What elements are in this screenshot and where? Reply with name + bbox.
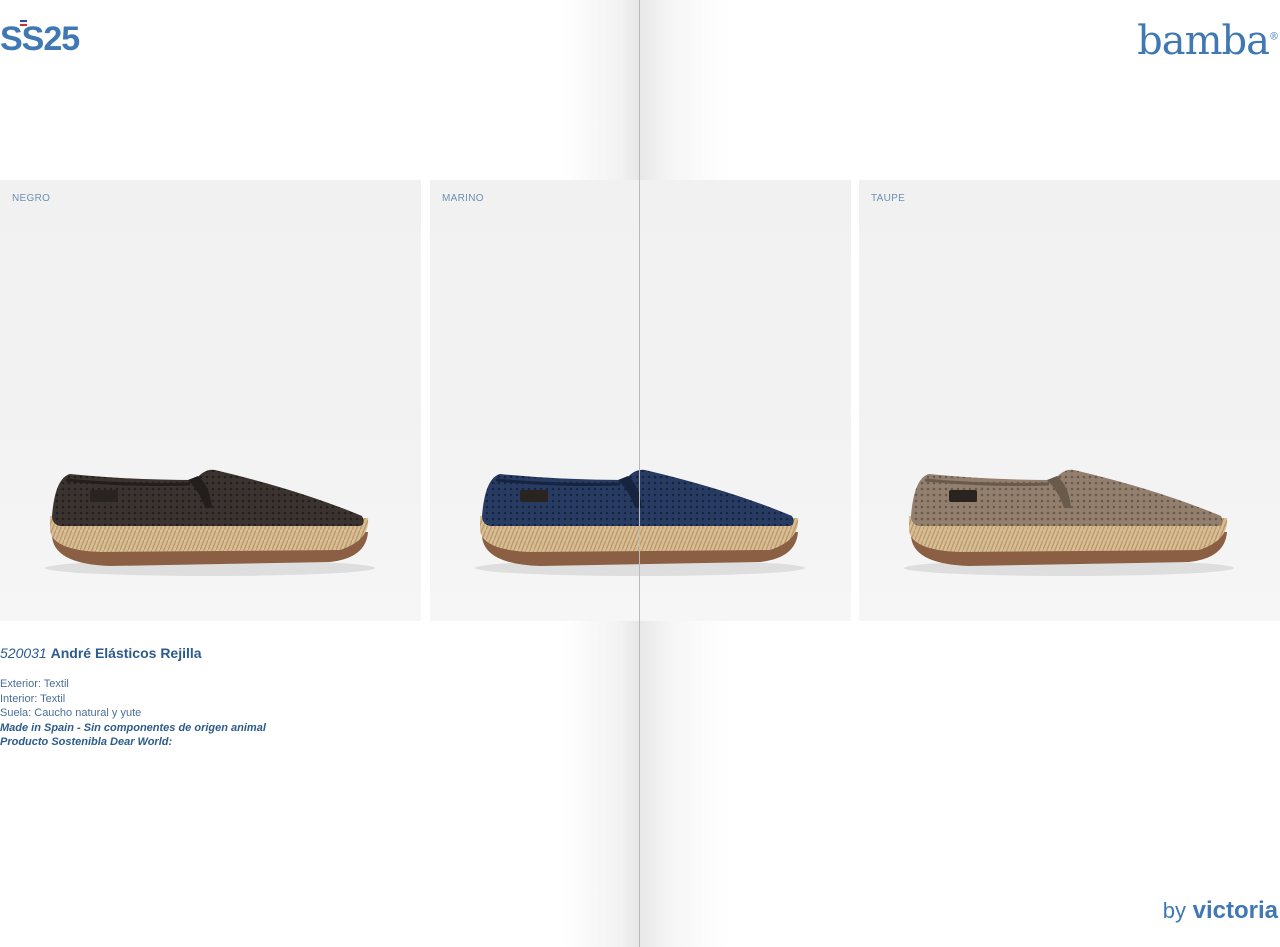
note-made-in-spain: Made in Spain - Sin componentes de orige…: [0, 721, 266, 734]
page-gutter: [639, 0, 640, 947]
product-code: 520031: [0, 645, 47, 661]
shoe-brand-tag: [520, 490, 548, 502]
shoe-image-taupe: [904, 469, 1234, 576]
shoe-image-marino: [475, 469, 805, 576]
shoe-brand-tag: [90, 490, 118, 502]
product-card-marino[interactable]: MARINO: [430, 180, 851, 621]
maker-by: by: [1162, 898, 1186, 923]
note-sustainable: Producto Sostenibla Dear World:: [0, 736, 173, 748]
product-specs: Exterior: Textil Interior: Textil Suela:…: [0, 677, 266, 750]
spec-interior: Interior: Textil: [0, 692, 66, 705]
maker-logo: by victoria: [1163, 897, 1278, 925]
registered-mark: ®: [1269, 31, 1279, 43]
shoe-image-negro: [45, 469, 375, 576]
spain-flag-icon: [20, 20, 27, 26]
spec-sole: Suela: Caucho natural y yute: [0, 707, 142, 719]
brand-logo: bamba®: [1137, 18, 1279, 64]
maker-name: victoria: [1192, 897, 1278, 924]
catalog-spread: SS25 bamba® NEGRO MARINO TAUPE 520031 An…: [0, 0, 1280, 947]
brand-name: bamba: [1137, 18, 1270, 64]
season-title: SS25: [0, 20, 80, 58]
product-card-negro[interactable]: NEGRO: [0, 180, 421, 621]
shoe-brand-tag: [949, 490, 977, 502]
product-title: 520031 André Elásticos Rejilla: [0, 645, 202, 661]
product-card-taupe[interactable]: TAUPE: [859, 180, 1280, 621]
product-name: André Elásticos Rejilla: [50, 645, 202, 661]
spec-exterior: Exterior: Textil: [0, 678, 69, 690]
